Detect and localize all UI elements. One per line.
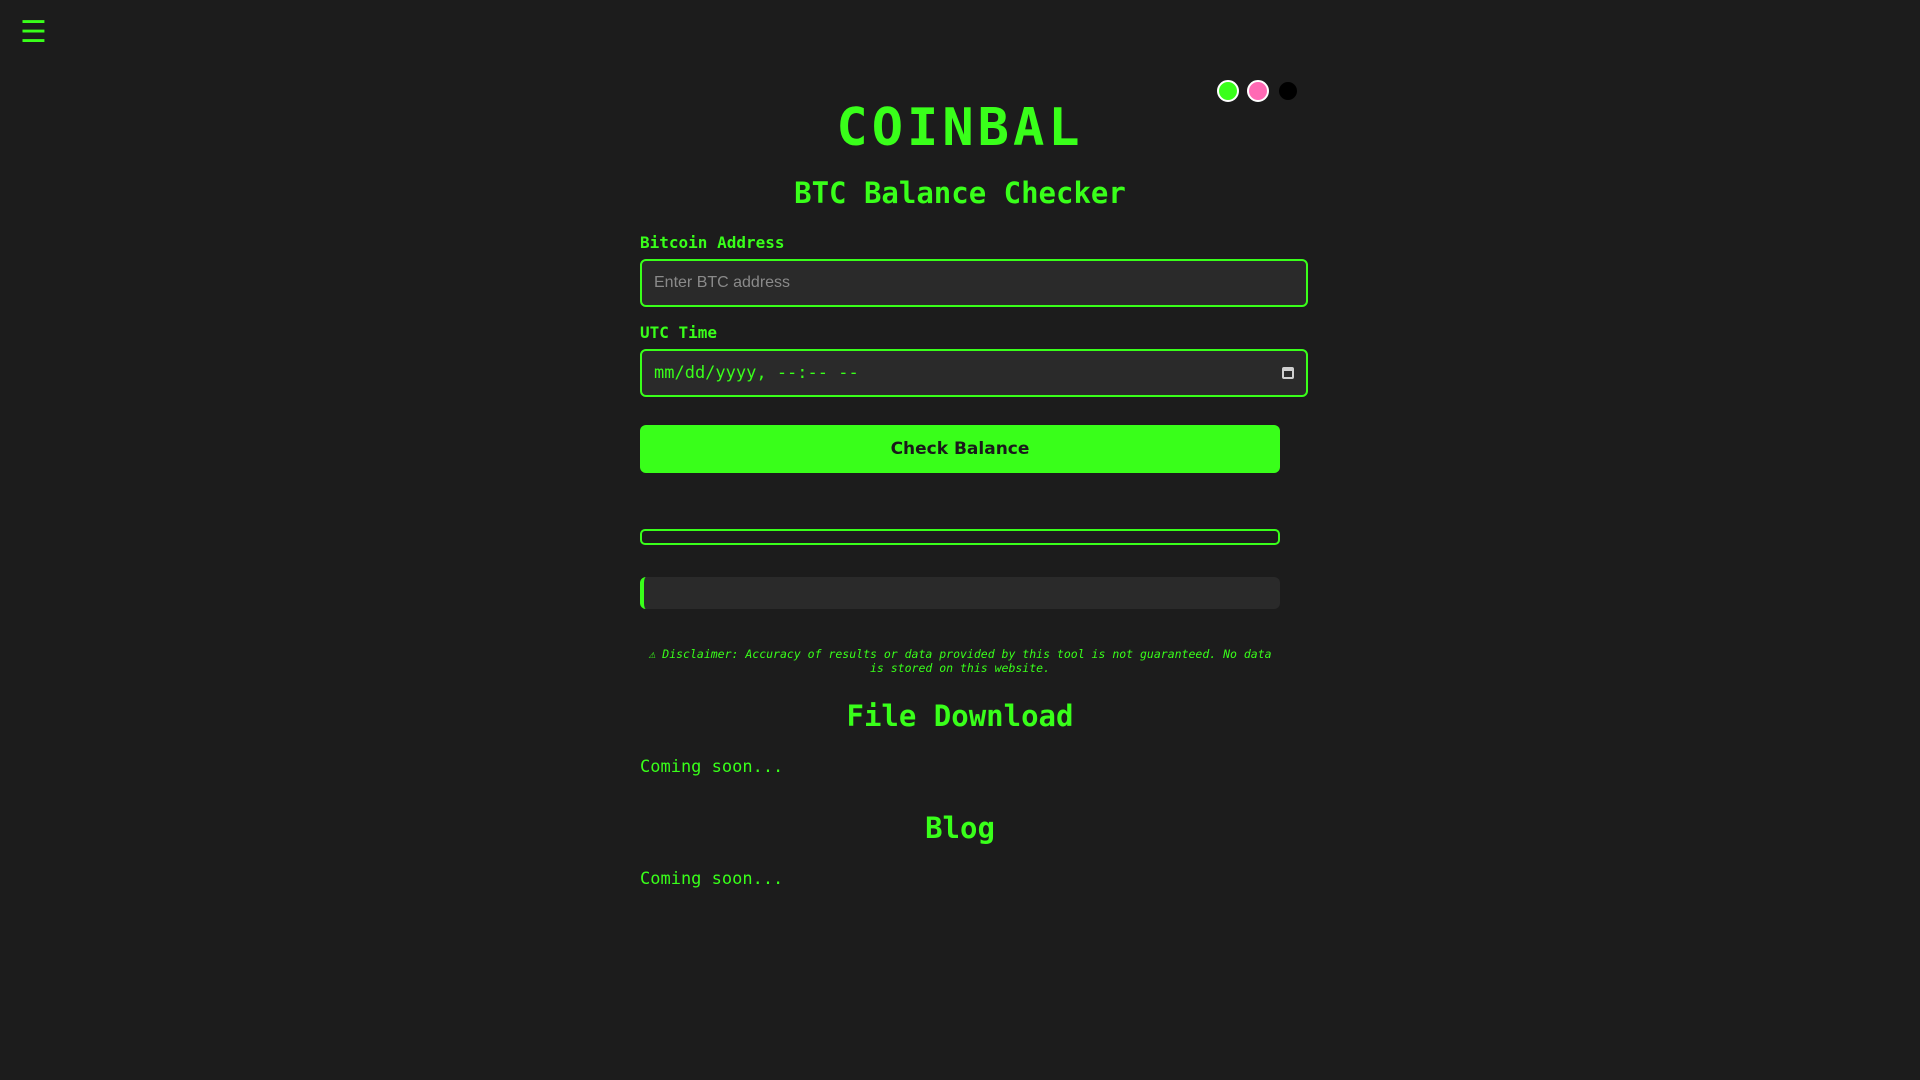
check-balance-button[interactable]: Check Balance xyxy=(640,425,1280,473)
utc-time-value: mm/dd/yyyy, --:-- -- xyxy=(654,363,859,383)
calendar-icon[interactable] xyxy=(1282,367,1294,379)
bitcoin-address-input[interactable]: Enter BTC address xyxy=(640,259,1308,307)
disclaimer-text: ⚠ Disclaimer: Accuracy of results or dat… xyxy=(648,647,1272,675)
brand-title: COINBAL xyxy=(836,98,1084,158)
progress-bar xyxy=(640,529,1280,545)
bitcoin-address-placeholder: Enter BTC address xyxy=(654,274,791,291)
file-download-body: Coming soon... xyxy=(640,757,784,777)
utc-time-input[interactable]: mm/dd/yyyy, --:-- -- xyxy=(640,349,1308,397)
page-subtitle: BTC Balance Checker xyxy=(794,176,1126,210)
file-download-heading: File Download xyxy=(846,699,1074,733)
utc-time-label: UTC Time xyxy=(640,323,718,342)
blog-heading: Blog xyxy=(925,811,995,845)
result-output-box xyxy=(640,577,1280,609)
hamburger-menu-icon[interactable]: ☰ xyxy=(20,18,47,48)
bitcoin-address-label: Bitcoin Address xyxy=(640,233,785,252)
blog-body: Coming soon... xyxy=(640,869,784,889)
main-container: COINBAL BTC Balance Checker Bitcoin Addr… xyxy=(640,95,1308,890)
